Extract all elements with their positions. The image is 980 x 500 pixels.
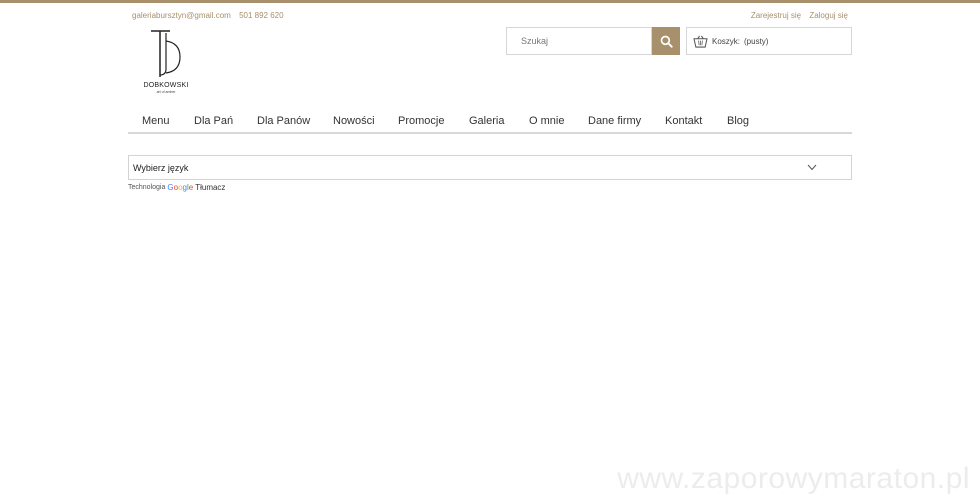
cart-button[interactable]: Koszyk: (pusty) [686, 27, 852, 55]
nav-item-o-mnie[interactable]: O mnie [529, 115, 564, 127]
contact-info: galeriabursztyn@gmail.com 501 892 620 [132, 11, 290, 20]
register-link[interactable]: Zarejestruj się [751, 11, 801, 20]
account-links: Zarejestruj się Zaloguj się [745, 11, 848, 20]
search-input[interactable] [507, 28, 651, 54]
nav-item-promocje[interactable]: Promocje [398, 115, 444, 127]
contact-phone: 501 892 620 [239, 11, 284, 20]
logo-tagline: art of amber [156, 90, 176, 94]
powered-by-text: Technologia [128, 184, 166, 191]
google-translate-attribution: Technologia Google Tłumacz [128, 183, 225, 192]
nav-item-kontakt[interactable]: Kontakt [665, 115, 702, 127]
search-icon [660, 35, 673, 48]
nav-item-blog[interactable]: Blog [727, 115, 749, 127]
nav-item-nowosci[interactable]: Nowości [333, 115, 375, 127]
logo-name: DOBKOWSKI [143, 82, 189, 89]
language-select[interactable]: Wybierz język [128, 155, 852, 180]
contact-email-link[interactable]: galeriabursztyn@gmail.com [132, 11, 231, 20]
top-accent-bar [0, 0, 980, 3]
nav-item-dane-firmy[interactable]: Dane firmy [588, 115, 641, 127]
nav-item-dla-pan[interactable]: Dla Pań [194, 115, 233, 127]
google-logo[interactable]: Google [167, 183, 193, 192]
language-select-label: Wybierz język [133, 163, 189, 173]
search-button[interactable] [652, 27, 680, 55]
nav-item-galeria[interactable]: Galeria [469, 115, 504, 127]
chevron-down-icon [807, 164, 817, 171]
translate-link[interactable]: Tłumacz [195, 183, 225, 192]
basket-icon [693, 35, 708, 48]
cart-status: (pusty) [744, 36, 769, 46]
main-navigation: Menu Dla Pań Dla Panów Nowości Promocje … [128, 108, 852, 134]
search-field [506, 27, 652, 55]
login-link[interactable]: Zaloguj się [809, 11, 848, 20]
watermark: www.zaporowymaraton.pl [617, 462, 970, 495]
nav-item-dla-panow[interactable]: Dla Panów [257, 115, 310, 127]
nav-item-menu[interactable]: Menu [142, 115, 170, 127]
cart-label: Koszyk: [712, 36, 741, 46]
